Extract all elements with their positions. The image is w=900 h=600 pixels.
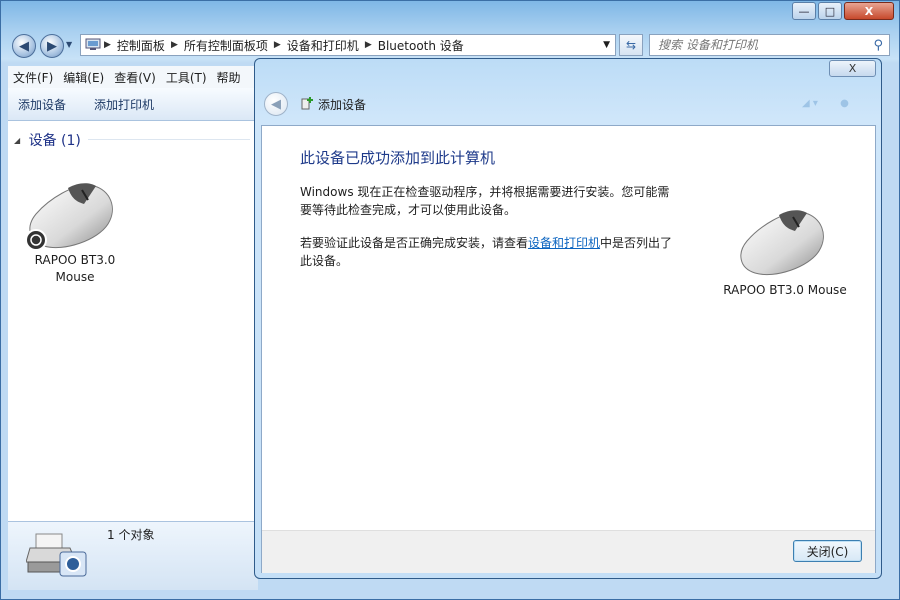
group-divider (88, 139, 250, 140)
control-panel-icon (85, 37, 101, 54)
dialog-glass-decoration: ◢ ▾ ● (802, 98, 849, 109)
refresh-icon: ⇆ (625, 38, 637, 52)
mouse-device-icon (25, 183, 113, 251)
mouse-device-icon (740, 210, 824, 275)
forward-button[interactable]: ▶ (40, 34, 64, 58)
maximize-button[interactable]: □ (818, 2, 842, 20)
arrow-left-icon: ◀ (271, 96, 281, 112)
collapse-triangle-icon[interactable]: ◢ (14, 136, 20, 145)
breadcrumb-bluetooth-devices[interactable]: Bluetooth 设备 (375, 37, 467, 54)
search-input[interactable] (650, 37, 874, 53)
search-box[interactable]: ⚲ (649, 34, 890, 56)
device-name-line1: RAPOO BT3.0 (34, 253, 116, 267)
breadcrumb-all-items[interactable]: 所有控制面板项 (181, 37, 271, 54)
window-close-button[interactable]: X (844, 2, 894, 20)
breadcrumb-separator-icon[interactable]: ▶ (362, 40, 375, 50)
add-device-icon (300, 96, 314, 113)
menu-help[interactable]: 帮助 (212, 69, 246, 86)
breadcrumb-separator-icon[interactable]: ▶ (101, 40, 114, 50)
back-button[interactable]: ◀ (12, 34, 36, 58)
refresh-button[interactable]: ⇆ (619, 34, 643, 56)
address-bar[interactable]: ▶ 控制面板 ▶ 所有控制面板项 ▶ 设备和打印机 ▶ Bluetooth 设备… (80, 34, 616, 56)
object-count: 1 个对象 (107, 528, 155, 542)
close-icon: X (848, 62, 857, 75)
right-device-icon-wrap (735, 205, 831, 284)
menu-tools[interactable]: 工具(T) (161, 69, 212, 86)
dialog-title: 添加设备 (318, 98, 367, 112)
menu-edit[interactable]: 编辑(E) (58, 69, 109, 86)
dialog-heading: 此设备已成功添加到此计算机 (300, 149, 496, 167)
add-printer-button[interactable]: 添加打印机 (80, 96, 168, 113)
left-device-label[interactable]: RAPOO BT3.0 Mouse (28, 252, 122, 286)
history-dropdown-icon[interactable]: ▼ (66, 40, 72, 49)
menu-bar: 文件(F) 编辑(E) 查看(V) 工具(T) 帮助 (8, 66, 258, 88)
close-button[interactable]: 关闭(C) (793, 540, 862, 562)
right-device-label: RAPOO BT3.0 Mouse (723, 283, 847, 297)
verify-text: 若要验证此设备是否正确完成安装，请查看设备和打印机中是否列出了此设备。 (300, 234, 680, 270)
command-bar: 添加设备 添加打印机 (8, 88, 258, 121)
verify-text-before: 若要验证此设备是否正确完成安装，请查看 (300, 236, 529, 250)
menu-file[interactable]: 文件(F) (8, 69, 58, 86)
dialog-back-button[interactable]: ◀ (264, 92, 288, 116)
left-device-item[interactable] (24, 178, 120, 254)
devices-and-printers-link[interactable]: 设备和打印机 (528, 236, 600, 250)
dialog-close-button[interactable]: X (829, 60, 876, 77)
add-device-button[interactable]: 添加设备 (8, 96, 80, 113)
search-icon[interactable]: ⚲ (873, 38, 889, 53)
breadcrumb-control-panel[interactable]: 控制面板 (114, 37, 168, 54)
dialog-footer (262, 530, 875, 573)
arrow-left-icon: ◀ (19, 38, 29, 54)
address-dropdown-icon[interactable]: ▼ (603, 40, 615, 50)
arrow-right-icon: ▶ (47, 38, 57, 54)
menu-view[interactable]: 查看(V) (109, 69, 161, 86)
breadcrumb-separator-icon[interactable]: ▶ (271, 40, 284, 50)
breadcrumb-separator-icon[interactable]: ▶ (168, 40, 181, 50)
device-name-line2: Mouse (55, 270, 95, 284)
minimize-button[interactable]: — (792, 2, 816, 20)
devices-group-header[interactable]: ◢ 设备 (1) (14, 130, 81, 150)
driver-check-text: Windows 现在正在检查驱动程序，并将根据需要进行安装。您可能需要等待此检查… (300, 185, 670, 217)
printer-camera-icon (25, 526, 90, 585)
breadcrumb-devices-printers[interactable]: 设备和打印机 (284, 37, 362, 54)
devices-group-title: 设备 (1) (28, 133, 81, 149)
